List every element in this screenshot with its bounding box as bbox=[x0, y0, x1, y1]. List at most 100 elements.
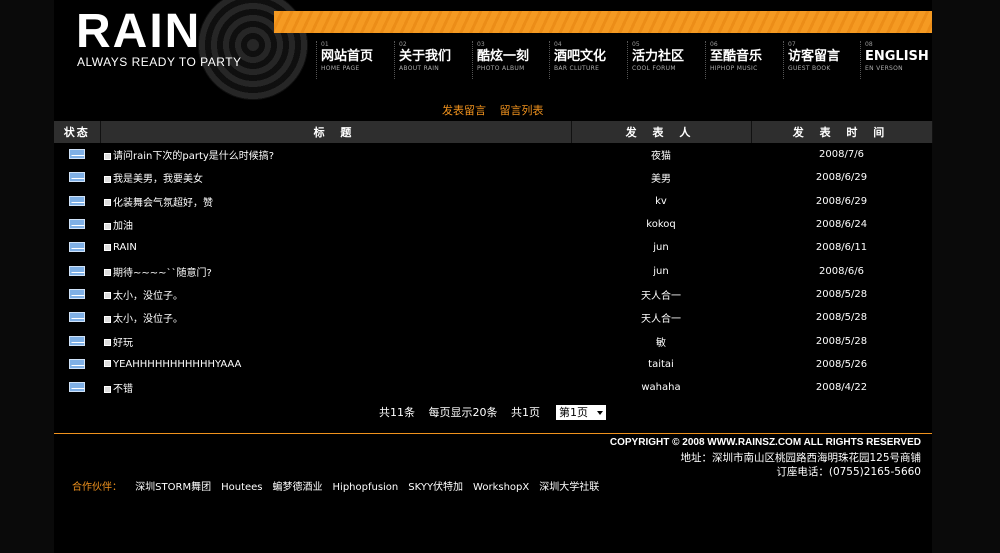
partner-link[interactable]: Houtees bbox=[221, 482, 262, 493]
date-cell: 2008/6/24 bbox=[815, 219, 868, 231]
title-cell: 期待~~~~``随意门? bbox=[100, 259, 571, 282]
envelope-icon bbox=[69, 288, 85, 299]
date-cell: 2008/5/28 bbox=[815, 288, 868, 300]
minus-icon bbox=[104, 269, 111, 277]
message-title-link[interactable]: RAIN bbox=[113, 242, 137, 253]
partner-link[interactable]: 深圳STORM舞团 bbox=[135, 482, 211, 493]
status-cell bbox=[54, 190, 100, 213]
guestbook-table: 状态 标 题 发 表 人 发 表 时 间 请问rain下次的party是什么时候… bbox=[54, 121, 933, 399]
status-cell bbox=[54, 143, 100, 166]
page-select[interactable]: 第1页 bbox=[556, 405, 606, 420]
title-cell: 太小，没位子。 bbox=[100, 283, 571, 306]
nav-item[interactable]: 04 酒吧文化 BAR CLUTURE bbox=[549, 41, 606, 79]
message-title-link[interactable]: 不错 bbox=[113, 384, 133, 395]
page: RAIN ALWAYS READY TO PARTY 01 网站首页 HOME PA… bbox=[0, 0, 1000, 553]
partner-link[interactable]: Hiphopfusion bbox=[333, 482, 399, 493]
nav-item[interactable]: 07 访客留言 GUEST BOOK bbox=[783, 41, 840, 79]
nav-item-cn: 至酷音乐 bbox=[710, 49, 763, 64]
header-orange-bar bbox=[274, 11, 932, 33]
header-title: 标 题 bbox=[100, 121, 572, 143]
envelope-icon bbox=[69, 149, 85, 160]
table-row: 期待~~~~``随意门? jun 2008/6/6 bbox=[54, 259, 932, 282]
message-title-link[interactable]: 化装舞会气氛超好，赞 bbox=[113, 198, 213, 209]
message-title-link[interactable]: 太小，没位子。 bbox=[113, 291, 183, 302]
minus-icon bbox=[104, 339, 111, 347]
date-cell: 2008/6/11 bbox=[815, 242, 868, 254]
date-cell: 2008/6/29 bbox=[815, 195, 868, 207]
partner-link[interactable]: 深圳大学社联 bbox=[539, 482, 599, 493]
nav-item-num: 01 bbox=[321, 41, 329, 48]
envelope-icon bbox=[69, 335, 85, 346]
nav-item[interactable]: 05 活力社区 COOL FORUM bbox=[627, 41, 684, 79]
nav-item-num: 08 bbox=[865, 41, 873, 48]
nav-item[interactable]: 03 酷炫一刻 PHOTO ALBUM bbox=[472, 41, 529, 79]
date-cell: 2008/6/29 bbox=[815, 172, 868, 184]
message-title-link[interactable]: 加油 bbox=[113, 221, 133, 232]
site-logo[interactable]: RAIN bbox=[76, 8, 201, 56]
nav-item-num: 06 bbox=[710, 41, 718, 48]
date-cell: 2008/4/22 bbox=[815, 382, 868, 394]
title-cell: YEAHHHHHHHHHHHYAAA bbox=[100, 353, 571, 376]
title-cell: 我是美男，我要美女 bbox=[100, 166, 571, 189]
date-cell: 2008/6/6 bbox=[819, 265, 864, 277]
table-row: RAIN jun 2008/6/11 bbox=[54, 236, 932, 259]
minus-icon bbox=[104, 360, 111, 368]
site-tagline: ALWAYS READY TO PARTY bbox=[77, 55, 242, 69]
title-cell: 化装舞会气氛超好，赞 bbox=[100, 190, 571, 213]
author-cell: wahaha bbox=[641, 382, 681, 394]
nav-item-en: GUEST BOOK bbox=[788, 65, 831, 72]
partner-link[interactable]: SKYY伏特加 bbox=[408, 482, 463, 493]
partner-link[interactable]: 蝙梦德酒业 bbox=[273, 482, 323, 493]
date-cell: 2008/7/6 bbox=[819, 149, 864, 161]
header-time: 发 表 时 间 bbox=[751, 121, 933, 143]
nav-item-en: PHOTO ALBUM bbox=[477, 65, 525, 72]
message-title-link[interactable]: YEAHHHHHHHHHHHYAAA bbox=[113, 359, 241, 370]
status-cell bbox=[54, 353, 100, 376]
message-title-link[interactable]: 请问rain下次的party是什么时候搞? bbox=[113, 151, 274, 162]
title-cell: 请问rain下次的party是什么时候搞? bbox=[100, 143, 571, 166]
envelope-icon bbox=[69, 312, 85, 323]
message-title-link[interactable]: 太小，没位子。 bbox=[113, 314, 183, 325]
envelope-icon bbox=[69, 358, 85, 369]
partner-link[interactable]: WorkshopX bbox=[473, 482, 529, 493]
copyright-text: COPYRIGHT © 2008 WWW.RAINSZ.COM ALL RIGH… bbox=[609, 437, 921, 448]
minus-icon bbox=[104, 315, 111, 323]
envelope-icon bbox=[69, 382, 85, 393]
nav-item-num: 07 bbox=[788, 41, 796, 48]
table-row: 太小，没位子。 天人合一 2008/5/28 bbox=[54, 306, 932, 329]
nav-item[interactable]: 02 关于我们 ABOUT RAIN bbox=[394, 41, 451, 79]
minus-icon bbox=[104, 385, 111, 393]
author-cell: taitai bbox=[648, 358, 674, 370]
author-cell: kokoq bbox=[646, 219, 676, 231]
table-row: 加油 kokoq 2008/6/24 bbox=[54, 213, 932, 236]
status-cell bbox=[54, 376, 100, 399]
author-cell: 夜猫 bbox=[651, 151, 671, 163]
title-cell: 加油 bbox=[100, 213, 571, 236]
nav-item[interactable]: 06 至酷音乐 HIPHOP MUSIC bbox=[705, 41, 762, 79]
post-message-link[interactable]: 发表留言 bbox=[442, 104, 486, 117]
author-cell: 美男 bbox=[651, 174, 671, 186]
partners-label: 合作伙伴： bbox=[72, 482, 122, 493]
nav-item[interactable]: 01 网站首页 HOME PAGE bbox=[316, 41, 373, 79]
message-title-link[interactable]: 我是美男，我要美女 bbox=[113, 174, 203, 185]
table-row: 请问rain下次的party是什么时候搞? 夜猫 2008/7/6 bbox=[54, 143, 932, 166]
pagination: 共11条 每页显示20条 共1页 bbox=[379, 404, 550, 420]
nav-item-en: BAR CLUTURE bbox=[554, 65, 600, 72]
minus-icon bbox=[104, 292, 111, 300]
nav-item-num: 03 bbox=[477, 41, 485, 48]
author-cell: jun bbox=[653, 265, 669, 277]
phone-text: 订座电话：(0755)2165-5660 bbox=[776, 466, 921, 478]
message-title-link[interactable]: 好玩 bbox=[113, 338, 133, 349]
status-cell bbox=[54, 166, 100, 189]
partners-bar: 合作伙伴： 深圳STORM舞团 Houtees 蝙梦德酒业 Hiphopfusion S… bbox=[72, 478, 609, 493]
message-title-link[interactable]: 期待~~~~``随意门? bbox=[113, 268, 212, 279]
title-cell: RAIN bbox=[100, 236, 571, 259]
guestbook-sublinks: 发表留言 留言列表 bbox=[442, 102, 554, 118]
message-list-link[interactable]: 留言列表 bbox=[500, 104, 544, 117]
nav-item-en: ABOUT RAIN bbox=[399, 65, 440, 72]
nav-item[interactable]: 08 ENGLISH EN VERSON bbox=[860, 41, 929, 79]
author-cell: kv bbox=[655, 195, 667, 207]
envelope-icon bbox=[69, 242, 85, 253]
date-cell: 2008/5/28 bbox=[815, 335, 868, 347]
nav-item-cn: 访客留言 bbox=[788, 49, 841, 64]
